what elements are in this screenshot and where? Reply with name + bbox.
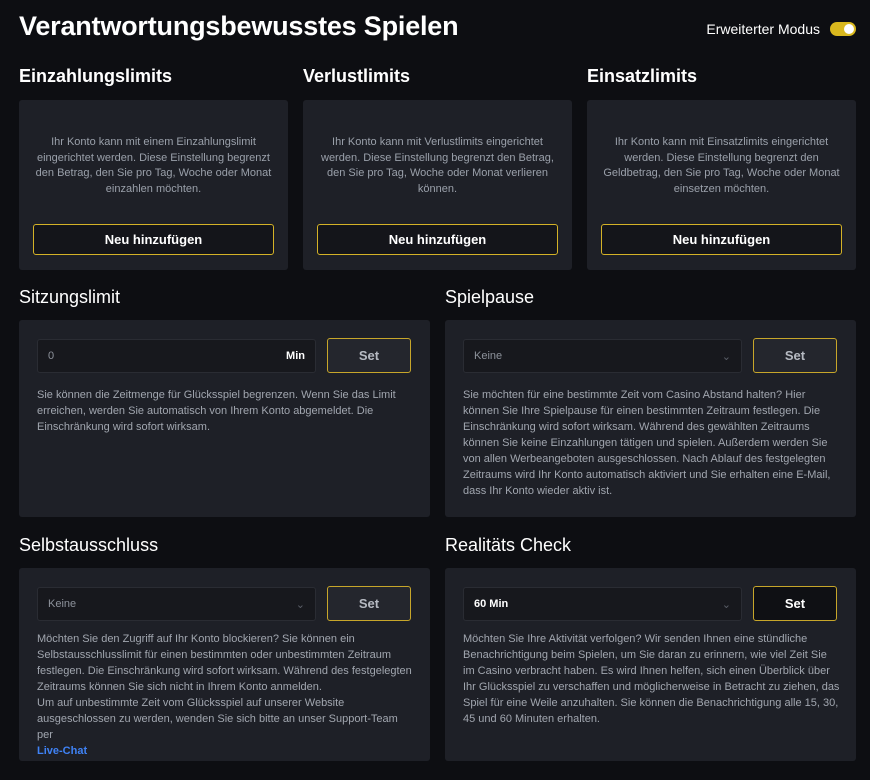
- game-break-card: Keine ⌄ Set Sie möchten für eine bestimm…: [445, 320, 856, 517]
- game-break-select[interactable]: Keine ⌄: [463, 339, 742, 373]
- deposit-limits-title: Einzahlungslimits: [19, 66, 173, 86]
- loss-limits-add-button[interactable]: Neu hinzufügen: [317, 224, 558, 255]
- reality-check-card: 60 Min ⌄ Set Möchten Sie Ihre Aktivität …: [445, 568, 856, 761]
- page-title: Verantwortungsbewusstes Spielen: [19, 11, 459, 41]
- live-chat-link[interactable]: Live-Chat: [37, 743, 414, 759]
- game-break-title: Spielpause: [445, 287, 535, 307]
- game-break-description: Sie möchten für eine bestimmte Zeit vom …: [463, 389, 831, 497]
- session-limit-card: 0 Min Set Sie können die Zeitmenge für G…: [19, 320, 430, 517]
- deposit-limits-add-button[interactable]: Neu hinzufügen: [33, 224, 274, 255]
- session-limit-set-button[interactable]: Set: [327, 338, 411, 373]
- self-exclusion-card: Keine ⌄ Set Möchten Sie den Zugriff auf …: [19, 568, 430, 761]
- advanced-mode: Erweiterter Modus: [706, 21, 856, 37]
- reality-check-select[interactable]: 60 Min ⌄: [463, 587, 742, 621]
- wager-limits-add-button[interactable]: Neu hinzufügen: [601, 224, 842, 255]
- session-limit-description: Sie können die Zeitmenge für Glücksspiel…: [37, 389, 396, 433]
- wager-limits-title: Einsatzlimits: [587, 66, 698, 86]
- reality-check-title: Realitäts Check: [445, 535, 572, 555]
- loss-limits-description: Ihr Konto kann mit Verlustlimits eingeri…: [321, 136, 554, 195]
- reality-check-select-value: 60 Min: [474, 598, 509, 610]
- deposit-limits-card: Ihr Konto kann mit einem Einzahlungslimi…: [19, 100, 288, 270]
- reality-check-description: Möchten Sie Ihre Aktivität verfolgen? Wi…: [463, 633, 840, 725]
- game-break-select-value: Keine: [474, 350, 503, 362]
- game-break-set-button[interactable]: Set: [753, 338, 837, 373]
- wager-limits-card: Ihr Konto kann mit Einsatzlimits eingeri…: [587, 100, 856, 270]
- self-exclusion-set-button[interactable]: Set: [327, 586, 411, 621]
- self-exclusion-description-support: Um auf unbestimmte Zeit vom Glücksspiel …: [37, 697, 398, 741]
- advanced-mode-toggle[interactable]: [830, 22, 856, 36]
- self-exclusion-select[interactable]: Keine ⌄: [37, 587, 316, 621]
- self-exclusion-select-value: Keine: [48, 598, 77, 610]
- deposit-limits-description: Ihr Konto kann mit einem Einzahlungslimi…: [35, 136, 272, 195]
- advanced-mode-label: Erweiterter Modus: [706, 21, 820, 37]
- session-limit-unit: Min: [286, 350, 305, 362]
- chevron-down-icon: ⌄: [295, 598, 305, 611]
- chevron-down-icon: ⌄: [721, 350, 731, 363]
- self-exclusion-description: Möchten Sie den Zugriff auf Ihr Konto bl…: [37, 633, 412, 693]
- chevron-down-icon: ⌄: [721, 598, 731, 611]
- reality-check-set-button[interactable]: Set: [753, 586, 837, 621]
- session-limit-value: 0: [48, 350, 55, 362]
- session-limit-input[interactable]: 0 Min: [37, 339, 316, 373]
- loss-limits-title: Verlustlimits: [303, 66, 411, 86]
- self-exclusion-description-block: Möchten Sie den Zugriff auf Ihr Konto bl…: [37, 631, 414, 759]
- wager-limits-description: Ihr Konto kann mit Einsatzlimits eingeri…: [603, 136, 840, 195]
- toggle-knob: [844, 24, 854, 34]
- self-exclusion-title: Selbstausschluss: [19, 535, 159, 555]
- session-limit-title: Sitzungslimit: [19, 287, 121, 307]
- loss-limits-card: Ihr Konto kann mit Verlustlimits eingeri…: [303, 100, 572, 270]
